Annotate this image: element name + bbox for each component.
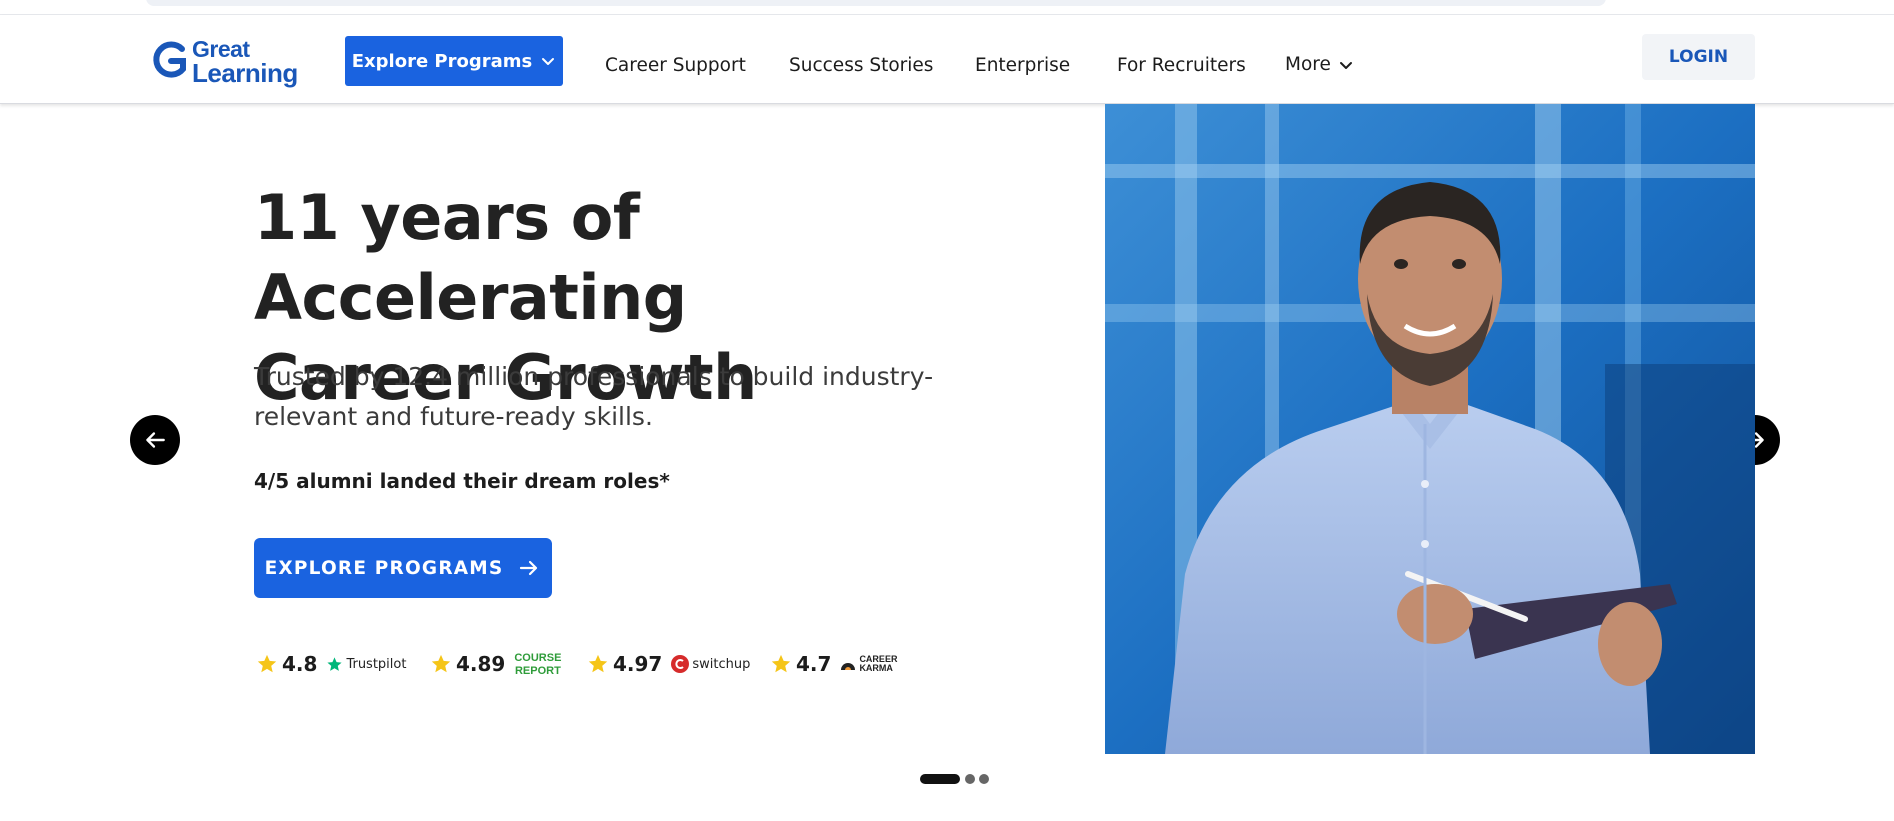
explore-programs-cta-button[interactable]: EXPLORE PROGRAMS <box>254 538 552 598</box>
hero-professional-photo <box>1105 104 1755 754</box>
cta-label: EXPLORE PROGRAMS <box>264 557 504 579</box>
career-karma-brand: CAREER KARMA <box>840 655 897 673</box>
hero-subtitle-line-2: relevant and future-ready skills. <box>254 402 653 431</box>
hero-title-line-1: 11 years of Accelerating <box>254 181 687 334</box>
rating-course-report: 4.89 COURSE REPORT <box>430 650 561 678</box>
star-icon <box>588 654 608 673</box>
rating-trustpilot: 4.8 Trustpilot <box>256 650 406 678</box>
nav-enterprise[interactable]: Enterprise <box>975 55 1070 76</box>
explore-programs-label: Explore Programs <box>351 50 533 72</box>
carousel-dot-2[interactable] <box>965 774 975 784</box>
hero-photo-illustration <box>1105 104 1755 754</box>
logo-word-learning: Learning <box>192 58 298 88</box>
nav-more-label: More <box>1285 54 1331 75</box>
rating-score: 4.8 <box>282 652 318 676</box>
nav-success-stories[interactable]: Success Stories <box>789 55 933 76</box>
browser-top-strip <box>0 0 1894 15</box>
trustpilot-star-icon <box>327 656 343 671</box>
trustpilot-label: Trustpilot <box>346 656 407 672</box>
nav-career-support[interactable]: Career Support <box>605 55 746 76</box>
login-button[interactable]: LOGIN <box>1642 34 1755 80</box>
trustpilot-brand: Trustpilot <box>326 656 406 673</box>
arrow-left-icon <box>146 432 165 448</box>
rating-score: 4.97 <box>613 652 663 676</box>
carousel-prev-button[interactable] <box>130 415 180 465</box>
chevron-down-icon <box>1339 61 1352 69</box>
career-karma-logo-icon <box>841 663 856 670</box>
rating-score: 4.7 <box>796 652 832 676</box>
star-icon <box>771 654 791 673</box>
hero-subtitle: Trusted by 12.4 million professionals to… <box>254 357 974 437</box>
course-report-line-1: COURSE <box>514 651 562 664</box>
nav-for-recruiters[interactable]: For Recruiters <box>1117 55 1246 76</box>
arrow-right-icon <box>520 560 538 576</box>
site-header: Great Learning Explore Programs Career S… <box>0 15 1894 104</box>
star-icon <box>257 654 277 673</box>
rating-score: 4.89 <box>456 652 506 676</box>
career-karma-line-2: KARMA <box>859 663 893 673</box>
switchup-logo-icon <box>671 655 690 673</box>
hero-subtitle-line-1: Trusted by 12.4 million professionals to… <box>254 362 934 391</box>
switchup-label: switchup <box>692 656 751 672</box>
rating-switchup: 4.97 switchup <box>587 650 750 678</box>
career-karma-text: CAREER KARMA <box>859 655 897 673</box>
nav-more-dropdown[interactable]: More <box>1285 54 1354 75</box>
course-report-brand: COURSE REPORT <box>514 651 562 677</box>
alumni-stat: 4/5 alumni landed their dream roles* <box>254 469 670 493</box>
top-banner-edge <box>146 0 1606 6</box>
great-learning-logo-mark <box>153 41 186 78</box>
rating-career-karma: 4.7 CAREER KARMA <box>770 650 897 678</box>
logo-wordmark: Great Learning <box>192 37 298 88</box>
great-learning-logo[interactable]: Great Learning <box>152 36 304 86</box>
course-report-line-2: REPORT <box>514 664 561 677</box>
carousel-dot-3[interactable] <box>979 774 989 784</box>
chevron-down-icon <box>542 58 555 65</box>
switchup-brand: switchup <box>671 655 750 673</box>
star-icon <box>431 654 451 673</box>
carousel-dot-1[interactable] <box>920 774 960 784</box>
explore-programs-dropdown-button[interactable]: Explore Programs <box>345 36 563 86</box>
